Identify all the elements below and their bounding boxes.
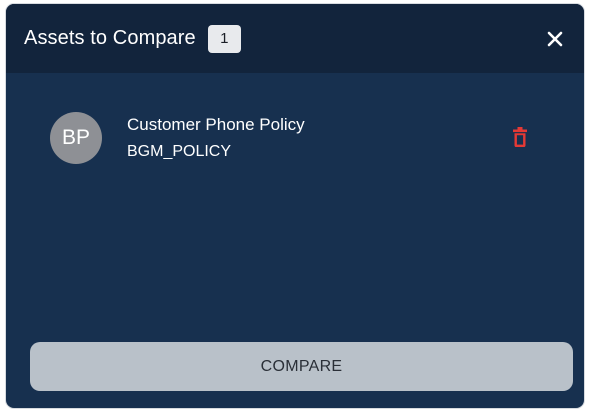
close-icon — [547, 31, 563, 46]
trash-icon — [513, 127, 527, 147]
assets-compare-panel: Assets to Compare 1 BP Customer Phone Po… — [6, 4, 584, 408]
asset-list-item: BP Customer Phone Policy BGM_POLICY — [50, 108, 540, 168]
remove-asset-button[interactable] — [508, 124, 532, 150]
panel-header: Assets to Compare 1 — [6, 4, 584, 73]
close-button[interactable] — [540, 24, 570, 54]
panel-title: Assets to Compare — [24, 27, 196, 49]
asset-count-badge: 1 — [207, 24, 241, 53]
asset-name: Customer Phone Policy — [127, 115, 305, 134]
asset-type: BGM_POLICY — [127, 143, 232, 160]
compare-button[interactable]: COMPARE — [30, 342, 573, 391]
asset-avatar: BP — [50, 112, 102, 164]
asset-details: Customer Phone Policy BGM_POLICY — [127, 115, 305, 161]
